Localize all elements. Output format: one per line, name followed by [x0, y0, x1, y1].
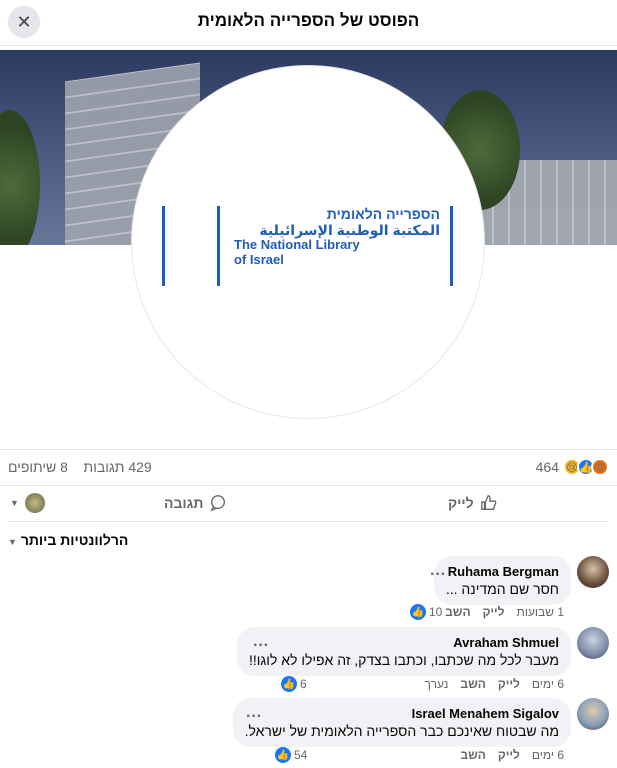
national-library-logo: הספרייה הלאומית المكتبة الوطنية الإسرائي… [162, 206, 456, 288]
logo-english-2: of Israel [234, 252, 284, 268]
chevron-down-icon: ▼ [8, 537, 17, 547]
comment-icon [210, 495, 226, 512]
comment-like-button[interactable]: לייק [498, 748, 520, 762]
like-reaction-icon: 👍 [410, 604, 426, 620]
logo-arabic: المكتبة الوطنية الإسرائيلية [259, 222, 440, 239]
like-label: לייק [448, 495, 474, 511]
comment-bubble: Avraham Shmuel מעבר לכל מה שכתבו, וכתבו … [236, 627, 571, 676]
post-actions: לייק תגובה ▼ [8, 486, 609, 522]
logo-bar-left [162, 206, 165, 286]
comment-bubble: Israel Menahem Sigalov מה שבטוח שאינכם כ… [232, 698, 571, 747]
comment-text: מעבר לכל מה שכתבו, וכתבו בצדק, זה אפילו … [248, 652, 559, 668]
comment-author[interactable]: Avraham Shmuel [249, 635, 559, 650]
more-options-icon[interactable]: ··· [246, 708, 262, 726]
reaction-profile-selector[interactable]: ▼ [10, 493, 45, 513]
reactions-summary[interactable]: 464 😢 👍 😡 [536, 458, 609, 476]
avatar[interactable] [577, 627, 609, 659]
comment-author[interactable]: Ruhama Bergman [446, 564, 559, 579]
comment-reply-button[interactable]: השב [460, 748, 485, 762]
reactions-count: 464 [535, 459, 559, 475]
like-count-value: 10 [429, 605, 443, 619]
logo-bar-right [450, 206, 453, 286]
comment-text: מה שבטוח שאינכם כבר הספרייה הלאומית של י… [244, 723, 559, 739]
comments-shares: 429 תגובות 8 שיתופים [8, 459, 152, 475]
comment-like-count[interactable]: 👍 6 [281, 676, 307, 692]
chevron-down-icon: ▼ [10, 498, 19, 508]
comments-count[interactable]: 429 תגובות [84, 459, 152, 475]
comment-meta: 6 ימים לייק השב נערך [425, 677, 564, 691]
post-stats: 464 😢 👍 😡 429 תגובות 8 שיתופים [0, 449, 617, 486]
comment-item: Israel Menahem Sigalov מה שבטוח שאינכם כ… [232, 698, 609, 747]
like-reaction-icon: 👍 [275, 747, 291, 763]
avatar[interactable] [577, 556, 609, 588]
comment-like-count[interactable]: 👍 10 [410, 604, 442, 620]
logo-hebrew: הספרייה הלאומית [326, 206, 440, 222]
comment-item: Avraham Shmuel מעבר לכל מה שכתבו, וכתבו … [236, 627, 609, 676]
like-count-value: 54 [294, 748, 308, 762]
comment-bubble: Ruhama Bergman חסר שם המדינה ... [433, 556, 571, 605]
page-title: הפוסט של הספרייה הלאומית [197, 11, 420, 30]
comment-meta: 6 ימים לייק השב [460, 748, 564, 762]
comment-like-button[interactable]: לייק [483, 605, 505, 619]
like-count-value: 6 [300, 677, 307, 691]
comment-item: Ruhama Bergman חסר שם המדינה ... [433, 556, 609, 605]
thumbs-up-icon [480, 495, 497, 510]
comment-time[interactable]: 6 ימים [532, 677, 564, 691]
comment-like-count[interactable]: 👍 54 [275, 747, 307, 763]
comment-reply-button[interactable]: השב [445, 605, 470, 619]
logo-bar-middle [217, 206, 220, 286]
comment-sort[interactable]: ▼ הרלוונטיות ביותר [8, 532, 128, 548]
comment-text: חסר שם המדינה ... [445, 581, 559, 597]
like-reaction-icon: 👍 [281, 676, 297, 692]
comment-reply-button[interactable]: השב [460, 677, 485, 691]
avatar [24, 493, 45, 513]
like-button[interactable]: לייק [448, 494, 498, 512]
sort-label: הרלוונטיות ביותר [20, 532, 129, 548]
logo-english-1: The National Library [234, 237, 360, 253]
post-header: ✕ הפוסט של הספרייה הלאומית [0, 0, 617, 46]
comment-time[interactable]: 6 ימים [532, 748, 564, 762]
more-options-icon[interactable]: ··· [430, 566, 446, 584]
comment-label: תגובה [164, 495, 204, 511]
comment-time[interactable]: 1 שבועות [517, 605, 564, 619]
tree-left [0, 110, 40, 245]
shares-count[interactable]: 8 שיתופים [8, 459, 68, 475]
comment-like-button[interactable]: לייק [498, 677, 520, 691]
comment-button[interactable]: תגובה [164, 494, 227, 512]
edited-label: נערך [424, 677, 449, 691]
comment-author[interactable]: Israel Menahem Sigalov [245, 706, 559, 721]
angry-reaction-icon: 😡 [591, 458, 609, 476]
comment-meta: 1 שבועות לייק השב [445, 605, 564, 619]
logo-text: הספרייה הלאומית المكتبة الوطنية الإسرائي… [234, 206, 440, 268]
more-options-icon[interactable]: ··· [253, 637, 269, 655]
avatar[interactable] [577, 698, 609, 730]
